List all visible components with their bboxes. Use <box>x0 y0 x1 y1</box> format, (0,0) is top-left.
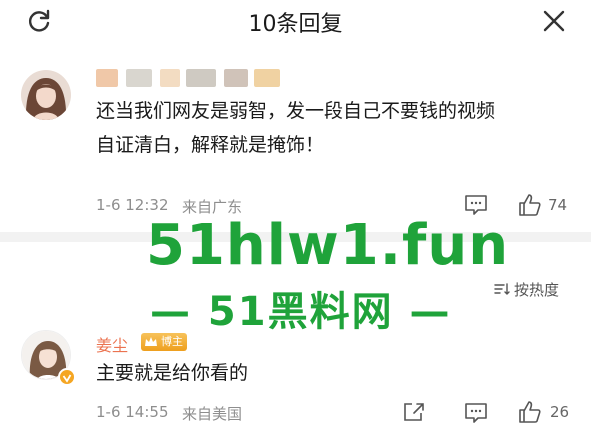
verified-badge-icon <box>58 368 76 386</box>
blurred-username[interactable] <box>96 69 296 89</box>
sort-by-hot-button[interactable]: 按热度 <box>494 279 574 301</box>
watermark-url: 51hlw1.fun <box>146 213 510 278</box>
reply-like-count: 26 <box>550 403 570 421</box>
reply-location: 来自美国 <box>182 405 243 423</box>
like-count: 74 <box>548 196 568 214</box>
thumbs-up-icon[interactable] <box>518 193 542 217</box>
reply-username[interactable]: 姜尘 <box>96 332 128 356</box>
sort-icon <box>494 281 510 301</box>
comment-text-line-1: 还当我们网友是弱智，发一段自己不要钱的视频 <box>96 100 496 122</box>
reply-text: 主要就是给你看的 <box>96 362 249 384</box>
share-icon[interactable] <box>403 402 425 422</box>
sort-label: 按热度 <box>514 281 560 299</box>
commenter-avatar[interactable] <box>21 70 71 120</box>
comment-text-line-2: 自证清白，解释就是掩饰！ <box>96 134 325 156</box>
reply-header: 10条回复 <box>0 0 591 42</box>
close-icon[interactable] <box>539 6 569 36</box>
watermark-site-name: — 51黑料网 — <box>150 289 452 335</box>
page-title: 10条回复 <box>248 12 343 37</box>
crown-icon <box>144 335 158 355</box>
comment-time: 1-6 12:32 <box>96 196 169 214</box>
reply-time: 1-6 14:55 <box>96 403 169 421</box>
reply-comment-icon[interactable] <box>464 402 488 424</box>
blogger-badge: 博主 <box>141 333 187 351</box>
reply-thumbs-up-icon[interactable] <box>518 400 542 424</box>
blogger-badge-label: 博主 <box>161 335 183 348</box>
